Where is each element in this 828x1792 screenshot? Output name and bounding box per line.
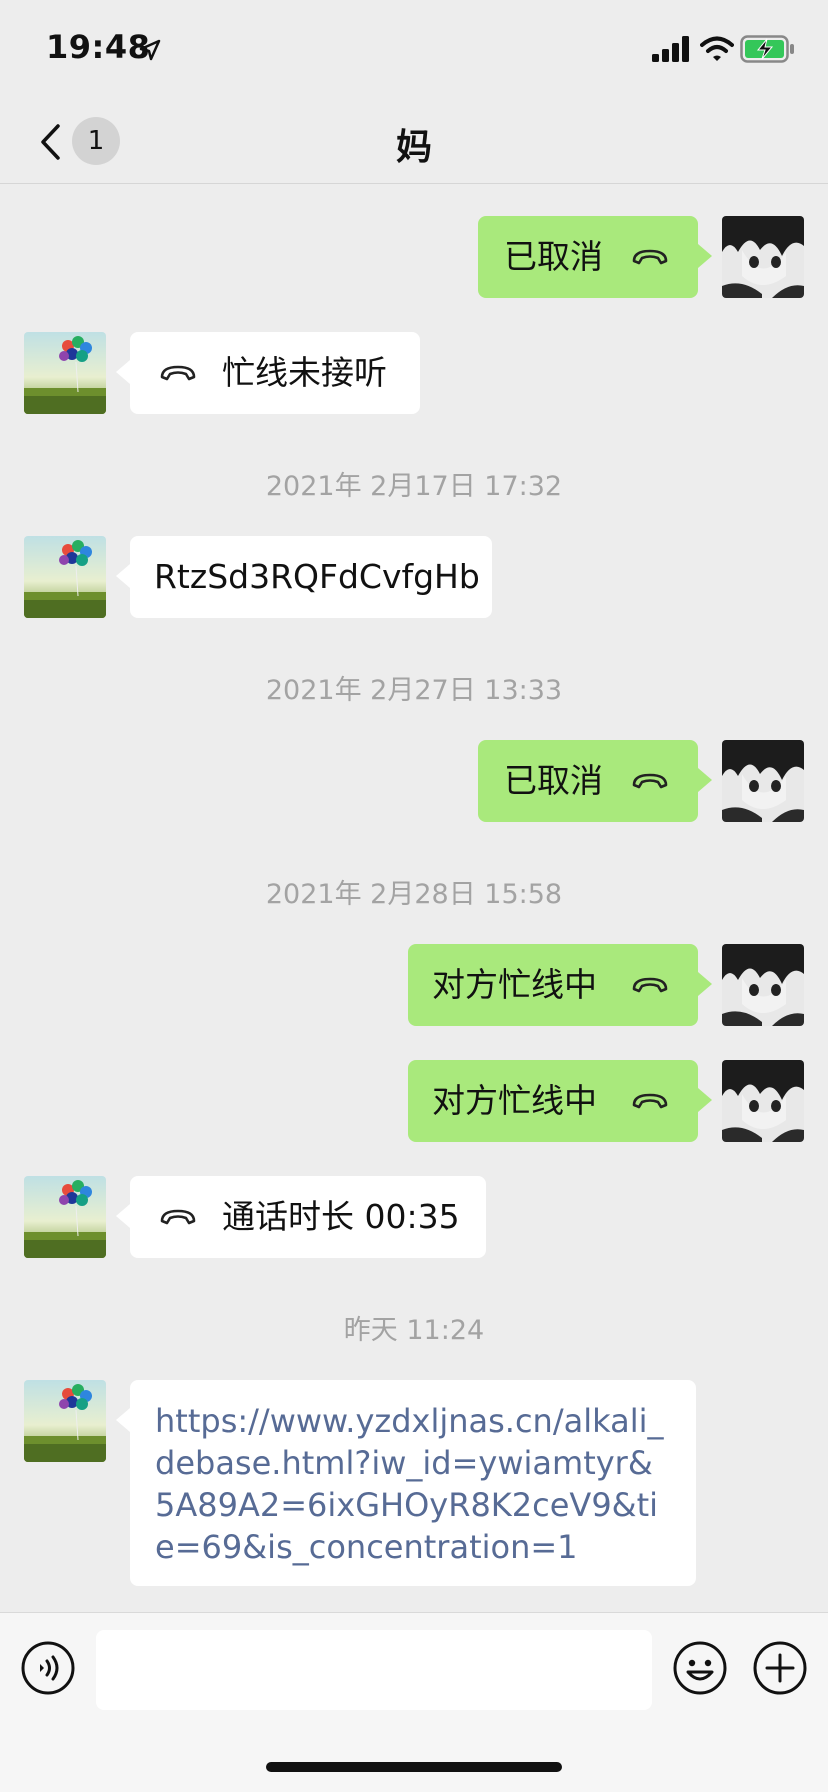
message-bubble-outgoing[interactable]: 已取消: [478, 740, 712, 822]
message-bubble-incoming[interactable]: RtzSd3RQFdCvfgHb: [116, 536, 492, 618]
wifi-icon: [700, 36, 734, 61]
voice-icon[interactable]: [20, 1640, 76, 1696]
call-status-text: 对方忙线中: [432, 1081, 597, 1120]
message-bubble-incoming[interactable]: 通话时长 00:35: [116, 1176, 486, 1258]
message-bubble-outgoing[interactable]: 对方忙线中: [408, 1060, 712, 1142]
message-text: RtzSd3RQFdCvfgHb: [154, 557, 480, 596]
message-timestamp: 昨天 11:24: [343, 1315, 485, 1346]
location-arrow-icon: [139, 39, 161, 61]
message-timestamp: 2021年 2月27日 13:33: [265, 675, 563, 706]
message-bubble-incoming[interactable]: https://www.yzdxljnas.cn/alkali_debase.h…: [116, 1380, 696, 1586]
phone-hangup-icon: [630, 973, 670, 997]
home-indicator: [266, 1762, 562, 1772]
chat-title: 妈: [395, 127, 432, 168]
call-status-text: 已取消: [504, 237, 603, 276]
signal-icon: [652, 36, 689, 62]
message-bubble-incoming[interactable]: 忙线未接听: [116, 332, 420, 414]
call-status-text: 忙线未接听: [222, 353, 387, 392]
call-status-text: 对方忙线中: [432, 965, 597, 1004]
my-avatar[interactable]: [722, 216, 804, 298]
call-status-text: 已取消: [504, 761, 603, 800]
status-time: 19:48: [46, 28, 151, 66]
my-avatar[interactable]: [722, 944, 804, 1026]
emoji-icon[interactable]: [672, 1640, 728, 1696]
message-timestamp: 2021年 2月28日 15:58: [265, 879, 563, 910]
status-bar: 19:48: [0, 0, 828, 100]
contact-avatar[interactable]: [24, 332, 106, 414]
phone-hangup-icon: [158, 1205, 198, 1229]
message-input[interactable]: [96, 1630, 652, 1710]
phone-hangup-icon: [630, 245, 670, 269]
contact-avatar[interactable]: [24, 536, 106, 618]
phone-hangup-icon: [630, 769, 670, 793]
phone-hangup-icon: [158, 361, 198, 385]
battery-charging-icon: [740, 35, 794, 63]
my-avatar[interactable]: [722, 1060, 804, 1142]
message-link[interactable]: https://www.yzdxljnas.cn/alkali_debase.h…: [155, 1400, 665, 1568]
my-avatar[interactable]: [722, 740, 804, 822]
message-bubble-outgoing[interactable]: 已取消: [478, 216, 712, 298]
message-timestamp: 2021年 2月17日 17:32: [265, 471, 563, 502]
message-bubble-outgoing[interactable]: 对方忙线中: [408, 944, 712, 1026]
contact-avatar[interactable]: [24, 1380, 106, 1462]
contact-avatar[interactable]: [24, 1176, 106, 1258]
call-duration-text: 通话时长 00:35: [222, 1197, 460, 1236]
phone-hangup-icon: [630, 1089, 670, 1113]
plus-circle-icon[interactable]: [752, 1640, 808, 1696]
